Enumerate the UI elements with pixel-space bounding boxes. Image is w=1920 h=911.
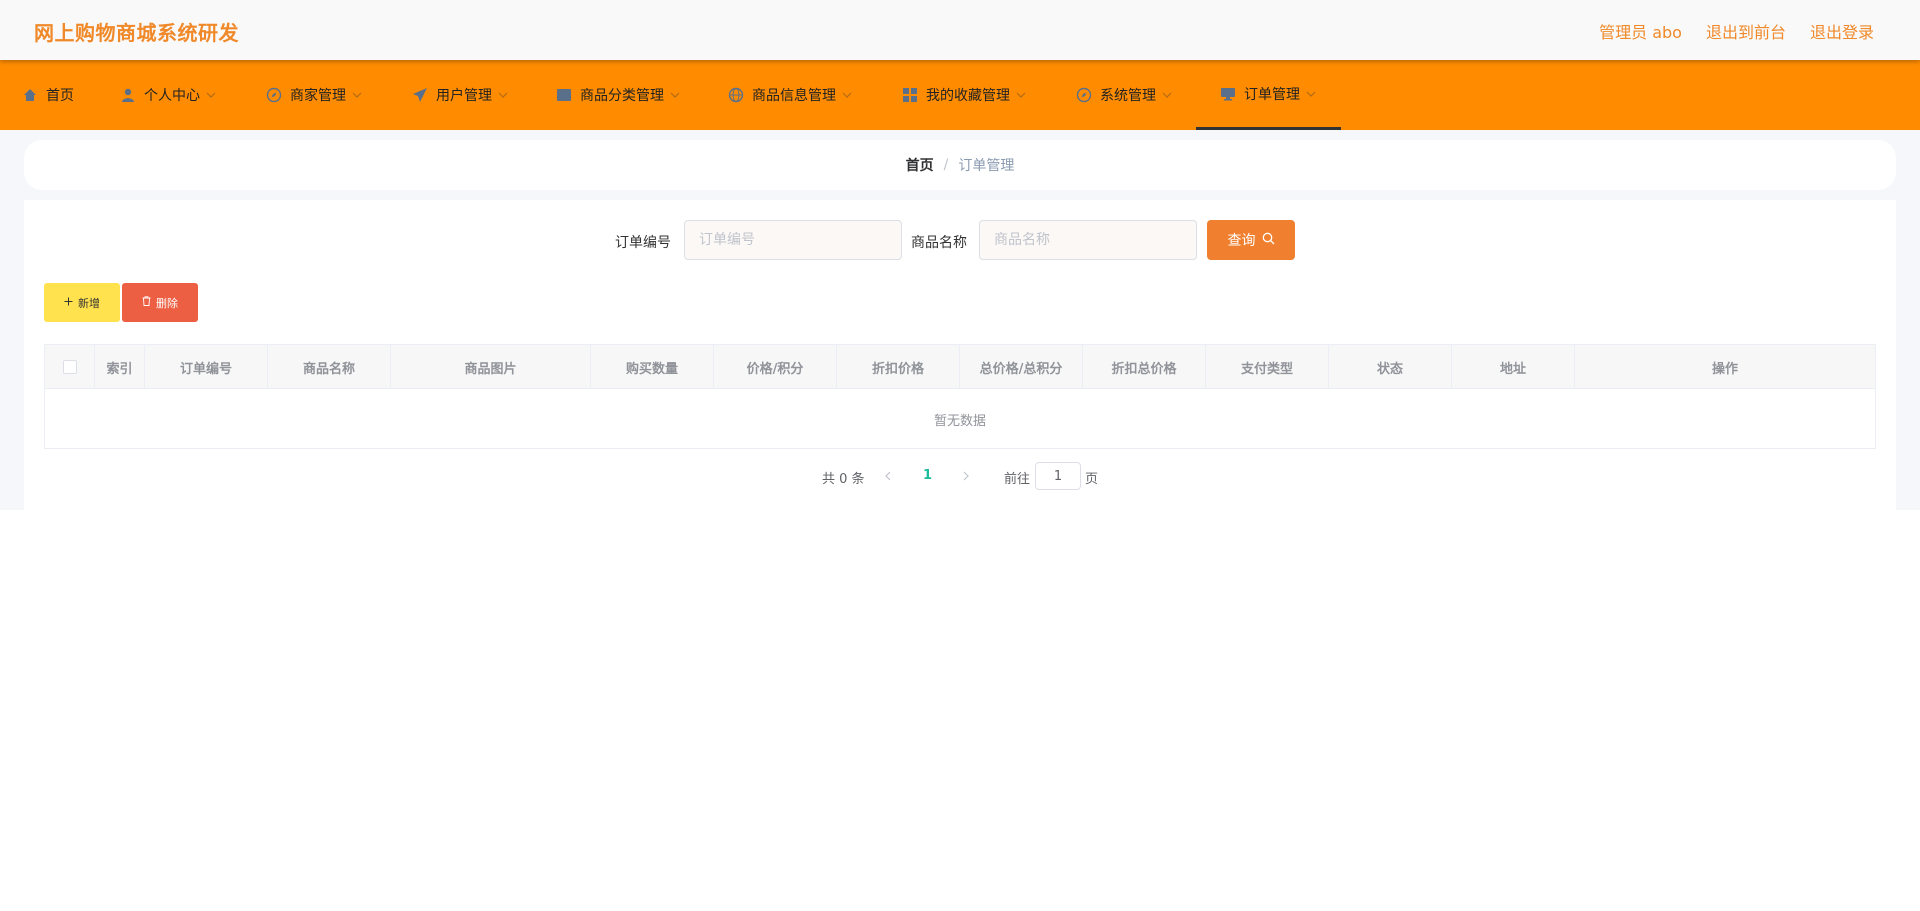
prev-page-button[interactable] (878, 466, 898, 486)
nav-item-merchant[interactable]: 商家管理 (266, 60, 362, 130)
nav-item-label: 系统管理 (1100, 88, 1156, 104)
column-header[interactable]: 商品名称 (268, 345, 391, 389)
orders-table: 索引 订单编号 商品名称 商品图片 购买数量 价格/积分 折扣价格 总价格/总积… (44, 344, 1876, 449)
query-button-label: 查询 (1227, 232, 1256, 248)
breadcrumb-separator: / (943, 157, 949, 173)
trash-icon (142, 296, 151, 309)
main-nav: 首页 个人中心 商家管理 用户管理 商品分类管理 商品信息管理 我的收藏管理 系… (0, 60, 1920, 130)
logout-link[interactable]: 退出登录 (1810, 19, 1874, 43)
nav-item-users[interactable]: 用户管理 (412, 60, 508, 130)
add-button-label: 新增 (78, 296, 100, 310)
breadcrumb-current: 订单管理 (958, 158, 1015, 174)
nav-item-label: 商品分类管理 (580, 88, 664, 104)
nav-item-orders[interactable]: 订单管理 (1196, 60, 1341, 130)
globe-icon (728, 87, 744, 103)
nav-item-system[interactable]: 系统管理 (1076, 60, 1172, 130)
breadcrumb: 首页 / 订单管理 (24, 140, 1896, 190)
column-header[interactable]: 购买数量 (591, 345, 714, 389)
select-all-cell (45, 345, 95, 389)
nav-item-favorites[interactable]: 我的收藏管理 (902, 60, 1026, 130)
search-icon (1262, 232, 1275, 248)
column-header[interactable]: 地址 (1452, 345, 1575, 389)
goods-name-input[interactable] (979, 220, 1197, 260)
goto-page-input[interactable] (1035, 462, 1081, 490)
delete-button-label: 删除 (156, 296, 178, 310)
chevron-right-icon (963, 471, 969, 481)
folder-icon (556, 87, 572, 103)
compass-icon (266, 87, 282, 103)
back-to-frontend-link[interactable]: 退出到前台 (1706, 19, 1786, 43)
query-button[interactable]: 查询 (1207, 220, 1295, 260)
nav-item-personal-center[interactable]: 个人中心 (120, 60, 216, 130)
plus-icon (64, 296, 73, 309)
main-panel: 订单编号 商品名称 查询 新增 删除 索引 订单编号 商品名称 商 (24, 200, 1896, 510)
nav-item-home[interactable]: 首页 (22, 60, 74, 130)
nav-item-label: 订单管理 (1244, 86, 1300, 103)
add-button[interactable]: 新增 (44, 283, 120, 322)
breadcrumb-home[interactable]: 首页 (906, 155, 934, 175)
column-header[interactable]: 支付类型 (1206, 345, 1329, 389)
nav-item-goods-info[interactable]: 商品信息管理 (728, 60, 852, 130)
table-header: 索引 订单编号 商品名称 商品图片 购买数量 价格/积分 折扣价格 总价格/总积… (45, 345, 1875, 389)
column-header[interactable]: 价格/积分 (714, 345, 837, 389)
column-header[interactable]: 折扣价格 (837, 345, 960, 389)
goto-label: 前往 (1004, 472, 1031, 487)
nav-item-label: 个人中心 (144, 88, 200, 104)
chevron-down-icon (206, 90, 216, 100)
nav-item-label: 首页 (46, 88, 74, 104)
top-header: 网上购物商城系统研发 管理员 abo 退出到前台 退出登录 (0, 0, 1920, 60)
column-header[interactable]: 商品图片 (391, 345, 591, 389)
pagination: 共 0 条 1 前往 页 (24, 462, 1896, 490)
send-icon (412, 87, 428, 103)
user-icon (120, 87, 136, 103)
chevron-down-icon (352, 90, 362, 100)
admin-user-link[interactable]: 管理员 abo (1599, 19, 1682, 43)
home-icon (22, 87, 38, 103)
next-page-button[interactable] (956, 466, 976, 486)
nav-item-label: 我的收藏管理 (926, 88, 1010, 104)
monitor-icon (1220, 86, 1236, 102)
column-header[interactable]: 折扣总价格 (1083, 345, 1206, 389)
goods-name-label: 商品名称 (911, 235, 967, 251)
chevron-down-icon (1016, 90, 1026, 100)
chevron-down-icon (842, 90, 852, 100)
page-number[interactable]: 1 (923, 468, 932, 483)
compass-icon (1076, 87, 1092, 103)
page-suffix: 页 (1085, 472, 1099, 487)
empty-table-text: 暂无数据 (933, 413, 986, 429)
total-count: 共 0 条 (822, 472, 865, 487)
order-no-label: 订单编号 (615, 235, 671, 251)
chevron-down-icon (1306, 89, 1316, 99)
nav-item-goods-category[interactable]: 商品分类管理 (556, 60, 680, 130)
column-header[interactable]: 总价格/总积分 (960, 345, 1083, 389)
app-title: 网上购物商城系统研发 (34, 21, 239, 45)
column-header[interactable]: 订单编号 (145, 345, 268, 389)
column-header[interactable]: 状态 (1329, 345, 1452, 389)
chevron-left-icon (885, 471, 891, 481)
header-links: 管理员 abo 退出到前台 退出登录 (1599, 19, 1874, 43)
order-no-input[interactable] (684, 220, 902, 260)
nav-item-label: 商家管理 (290, 88, 346, 104)
select-all-checkbox[interactable] (62, 360, 77, 374)
chevron-down-icon (498, 90, 508, 100)
delete-button[interactable]: 删除 (122, 283, 198, 322)
chevron-down-icon (670, 90, 680, 100)
nav-item-label: 商品信息管理 (752, 88, 836, 104)
chevron-down-icon (1162, 90, 1172, 100)
column-header[interactable]: 索引 (95, 345, 145, 389)
nav-item-label: 用户管理 (436, 88, 492, 104)
column-header: 操作 (1711, 361, 1738, 377)
grid-icon (902, 87, 918, 103)
search-form: 订单编号 商品名称 查询 (24, 220, 1896, 260)
